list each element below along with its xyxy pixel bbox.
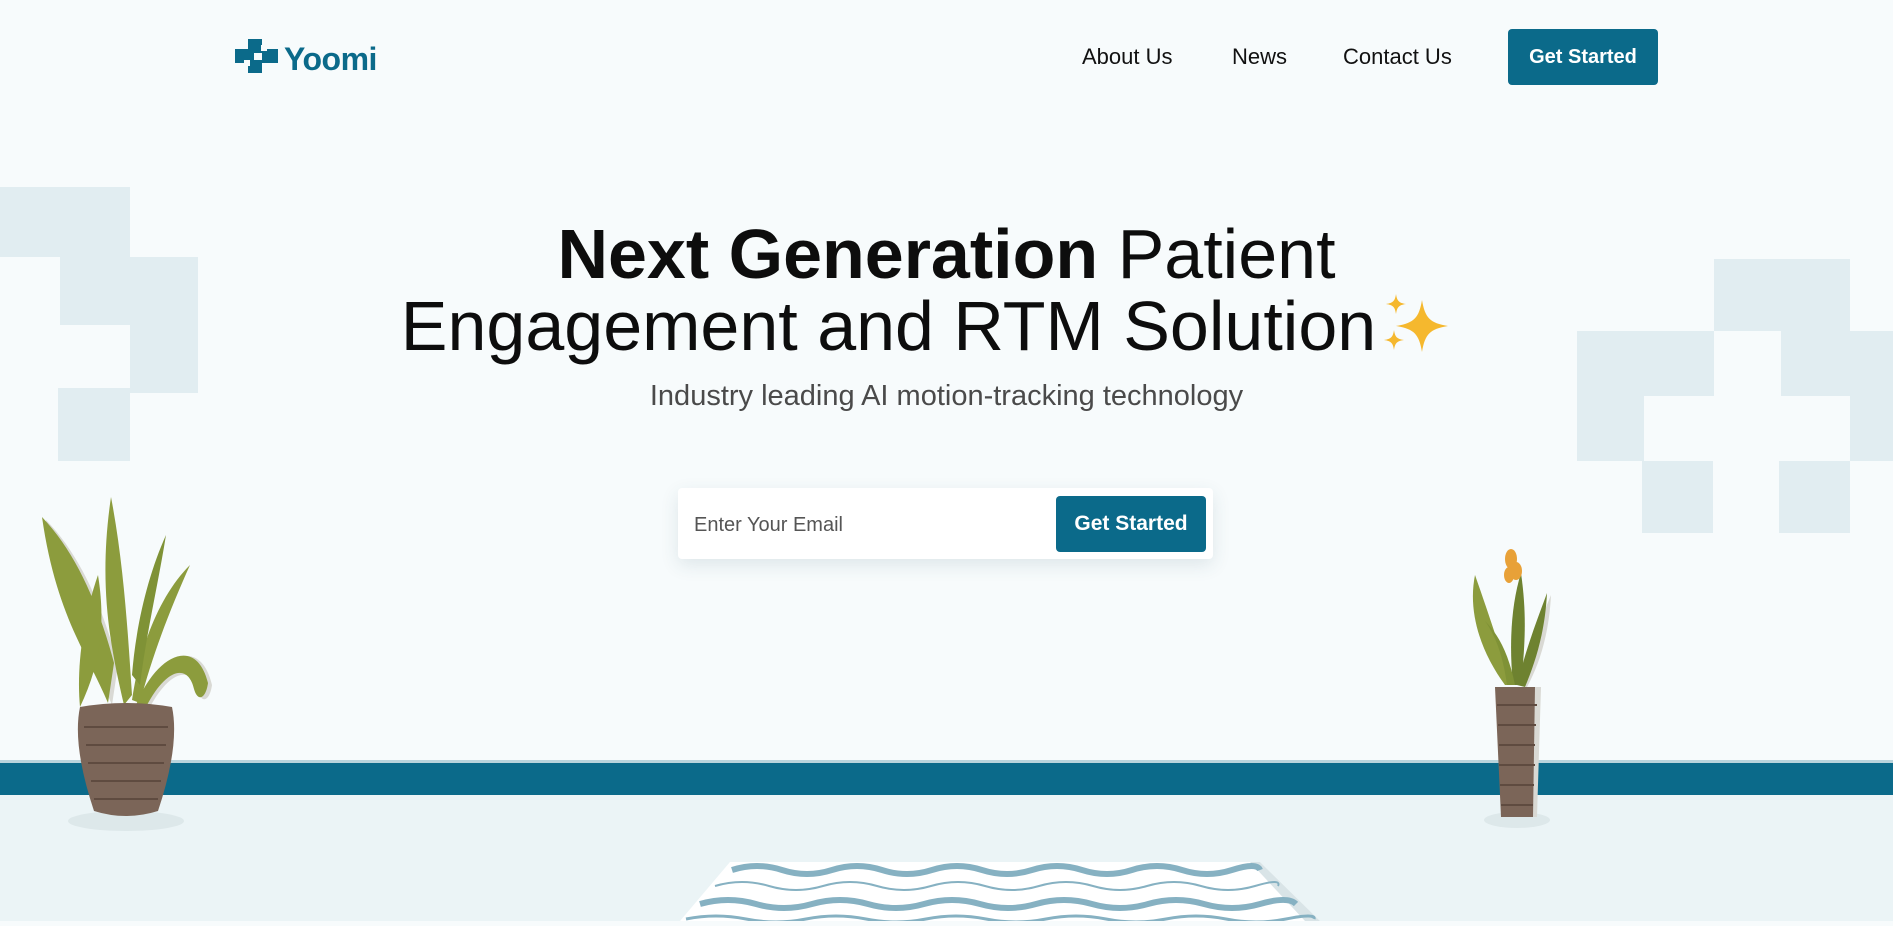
signup-get-started-button[interactable]: Get Started	[1056, 496, 1206, 552]
email-signup-form: Get Started	[678, 488, 1213, 559]
hero-title-line-1: Next Generation Patient	[0, 218, 1893, 290]
potted-plant-icon	[1455, 535, 1555, 840]
sparkles-icon	[1382, 292, 1452, 368]
hero-title-line-2: Engagement and RTM Solution	[0, 290, 1873, 368]
wavy-rug-icon	[680, 862, 1320, 926]
logo[interactable]: Yoomi	[233, 37, 377, 80]
potted-plant-icon	[40, 495, 230, 840]
nav-about-us[interactable]: About Us	[1082, 44, 1173, 70]
wall-band	[0, 760, 1893, 798]
hero-title-line-2-text: Engagement and RTM Solution	[400, 287, 1377, 365]
hero-subtitle: Industry leading AI motion-tracking tech…	[649, 380, 1244, 412]
hero-title-rest: Patient	[1098, 215, 1336, 293]
medical-cross-icon	[233, 37, 281, 80]
nav-news[interactable]: News	[1232, 44, 1287, 70]
logo-text: Yoomi	[284, 40, 377, 77]
email-input[interactable]	[692, 504, 1066, 546]
hero-title-bold: Next Generation	[557, 215, 1099, 293]
header-get-started-button[interactable]: Get Started	[1508, 29, 1658, 85]
nav-contact-us[interactable]: Contact Us	[1343, 44, 1452, 70]
